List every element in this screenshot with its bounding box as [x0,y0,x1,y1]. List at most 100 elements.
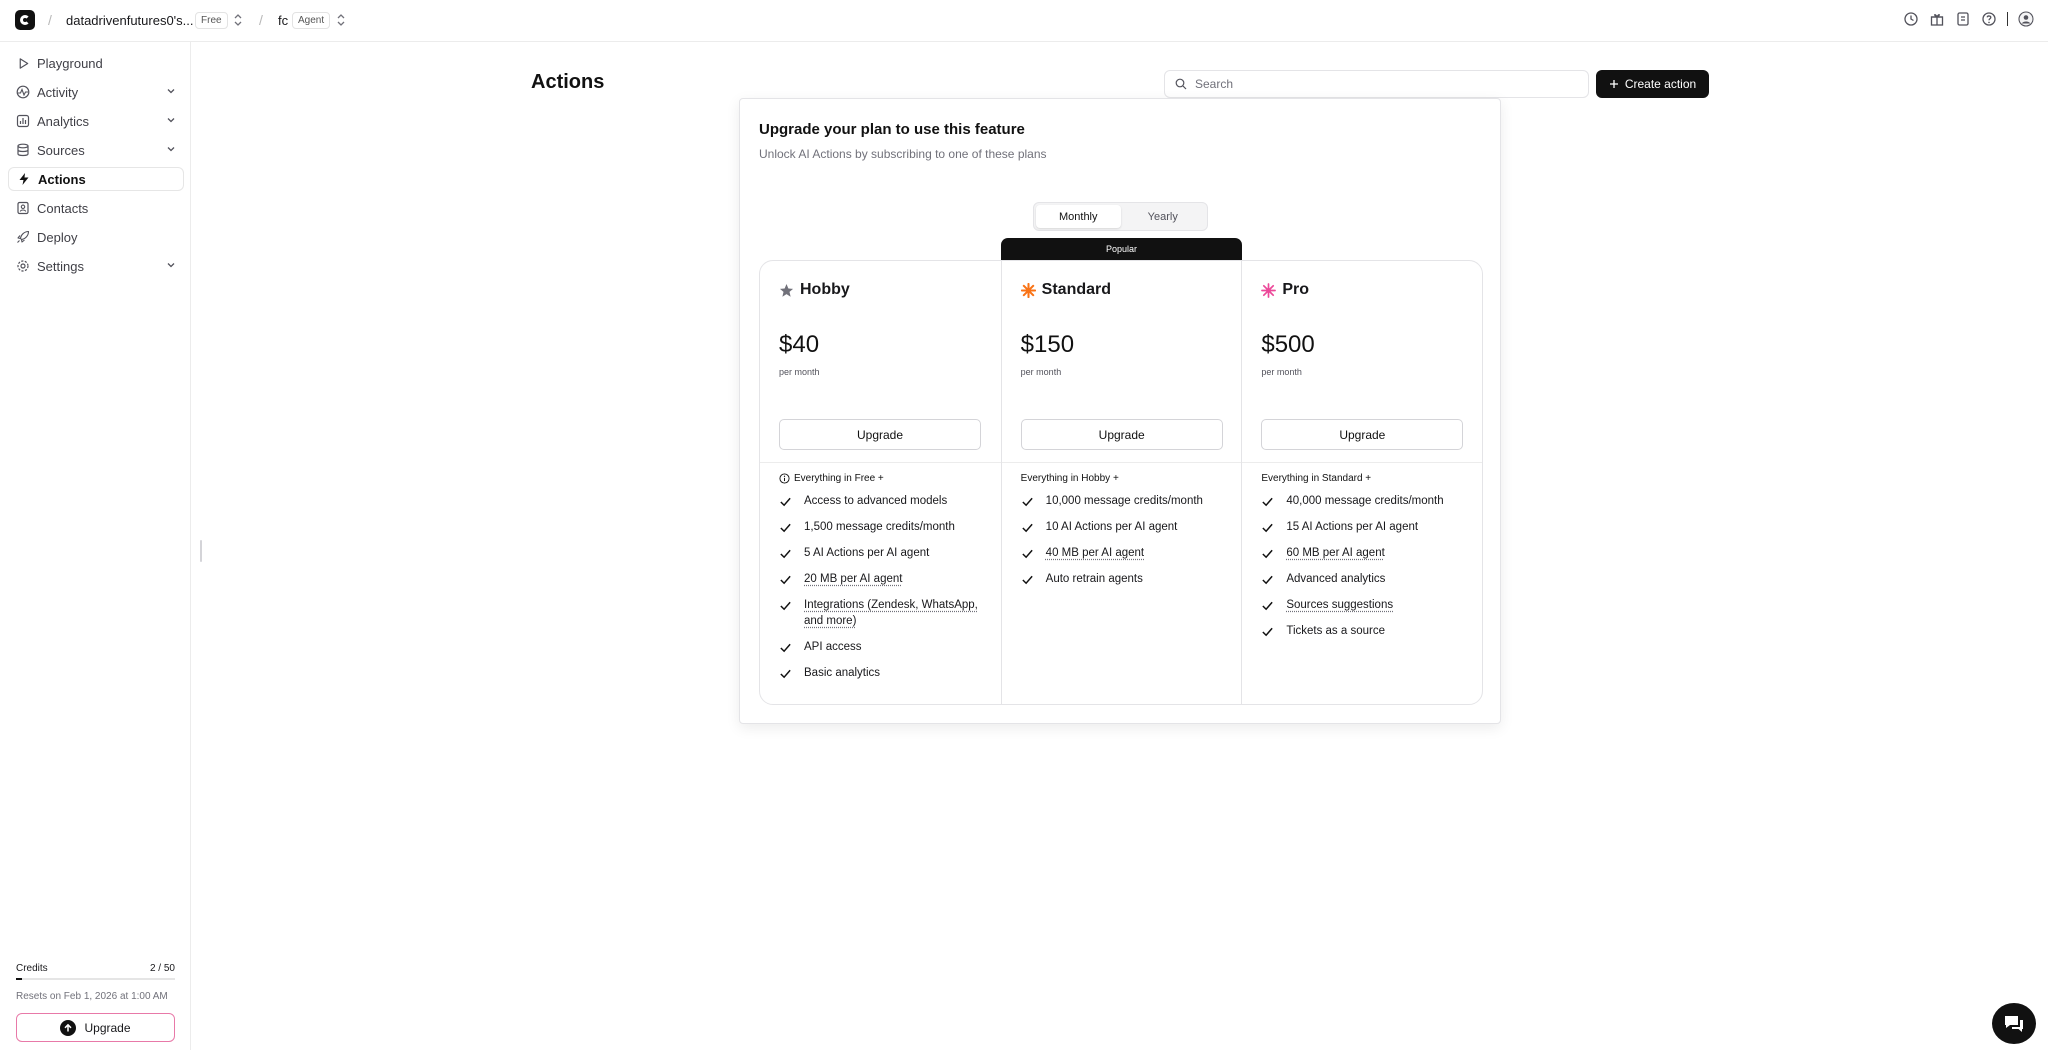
page-title: Actions [531,71,605,93]
sidebar: Playground Activity Analytics Sources Ac… [0,42,191,1050]
sidebar-item-analytics[interactable]: Analytics [8,109,184,133]
chevron-down-icon [167,147,175,152]
feature-text: 20 MB per AI agent [804,573,903,585]
rocket-icon [16,230,30,244]
search-input[interactable] [1195,77,1575,91]
workspace-plan-badge: Free [195,12,228,29]
sidebar-item-sources[interactable]: Sources [8,138,184,162]
play-icon [16,56,30,70]
plan-period: per month [1261,367,1302,377]
feature-text: 40 MB per AI agent [1045,547,1145,559]
check-icon [1261,623,1276,639]
gear-icon [16,259,30,273]
info-icon[interactable] [779,473,790,484]
sidebar-item-label: Sources [37,142,85,158]
credits-value: 2 / 50 [149,963,175,974]
workspace-switcher-icon[interactable] [233,12,243,28]
feature-text: Integrations (Zendesk, WhatsApp, and mor… [804,599,978,627]
sidebar-item-label: Playground [37,55,103,71]
agent-switcher-icon[interactable] [336,12,346,28]
upgrade-hobby-button[interactable]: Upgrade [779,419,981,450]
check-icon [1261,597,1276,613]
check-icon [779,519,794,535]
sidebar-item-contacts[interactable]: Contacts [8,196,184,220]
plan-card-standard: Standard $150 per month Upgrade Everythi… [1000,261,1242,704]
feature-item: 20 MB per AI agent [779,571,989,587]
docs-icon[interactable] [1955,11,1971,27]
feature-item: 40 MB per AI agent [1021,545,1231,561]
billing-yearly-tab[interactable]: Yearly [1121,205,1206,228]
chat-widget-button[interactable] [1992,1003,2036,1044]
feature-item: Basic analytics [779,665,989,681]
gift-icon[interactable] [1929,11,1945,27]
credits-label: Credits [16,963,48,974]
avatar[interactable] [2018,11,2034,27]
check-icon [1261,571,1276,587]
check-icon [1021,571,1036,587]
check-icon [1261,545,1276,561]
feature-text: Advanced analytics [1286,573,1386,585]
check-icon [779,597,794,613]
feature-item: 1,500 message credits/month [779,519,989,535]
feature-text: Tickets as a source [1286,625,1385,637]
sidebar-upgrade-button[interactable]: Upgrade [16,1013,175,1042]
billing-period-toggle: Monthly Yearly [1033,202,1208,231]
upgrade-standard-button[interactable]: Upgrade [1020,419,1223,450]
feature-text: 1,500 message credits/month [804,521,955,533]
feature-item: 15 AI Actions per AI agent [1261,519,1471,535]
feature-item: 10 AI Actions per AI agent [1021,519,1231,535]
sidebar-item-label: Actions [38,171,86,187]
sidebar-item-actions[interactable]: Actions [8,167,184,191]
check-icon [1261,493,1276,509]
check-icon [779,493,794,509]
check-icon [779,639,794,655]
agent-name[interactable]: fc [278,13,288,28]
feature-list: 40,000 message credits/month 15 AI Action… [1261,493,1471,649]
plan-divider [760,462,1001,463]
credits-progress-bar [16,978,175,980]
feature-item: Integrations (Zendesk, WhatsApp, and mor… [779,597,989,629]
upgrade-pro-button[interactable]: Upgrade [1261,419,1464,450]
billing-monthly-tab[interactable]: Monthly [1036,205,1121,228]
sidebar-item-label: Settings [37,258,84,274]
sidebar-item-settings[interactable]: Settings [8,254,184,278]
contact-icon [16,201,30,215]
feature-item: Sources suggestions [1261,597,1471,613]
history-icon[interactable] [1903,11,1919,27]
feature-list: Access to advanced models 1,500 message c… [779,493,989,691]
chat-icon [2005,1015,2023,1032]
search-box[interactable] [1164,70,1589,98]
feature-text: 10,000 message credits/month [1045,495,1203,507]
sidebar-item-playground[interactable]: Playground [8,51,184,75]
modal-subtitle: Unlock AI Actions by subscribing to one … [759,147,1047,161]
plan-period: per month [779,367,820,377]
sidebar-item-activity[interactable]: Activity [8,80,184,104]
feature-text: Sources suggestions [1286,599,1394,611]
feature-item: API access [779,639,989,655]
plan-price: $500 [1261,331,1315,358]
plan-includes: Everything in Free + [794,473,884,484]
create-action-button[interactable]: Create action [1596,70,1709,98]
app-logo[interactable] [15,10,35,30]
plans-grid: Hobby $40 per month Upgrade Everything i… [759,260,1483,705]
agent-badge: Agent [292,12,331,29]
feature-list: 10,000 message credits/month 10 AI Action… [1021,493,1231,597]
feature-text: 40,000 message credits/month [1286,495,1444,507]
burst-icon [1261,282,1277,298]
check-icon [1021,493,1036,509]
sidebar-collapse-handle[interactable] [200,540,202,562]
sidebar-item-deploy[interactable]: Deploy [8,225,184,249]
workspace-name[interactable]: datadrivenfutures0's... [66,13,194,28]
bolt-icon [17,172,31,186]
search-icon [1175,78,1187,90]
popular-badge: Popular [1001,238,1242,260]
credits-reset-text: Resets on Feb 1, 2026 at 1:00 AM [16,991,168,1002]
plan-card-hobby: Hobby $40 per month Upgrade Everything i… [760,261,1001,704]
upgrade-plan-modal: Upgrade your plan to use this feature Un… [739,98,1501,724]
feature-item: Auto retrain agents [1021,571,1231,587]
check-icon [1261,519,1276,535]
database-icon [16,143,30,157]
credits-progress-fill [16,978,23,980]
help-icon[interactable] [1981,11,1997,27]
feature-item: 40,000 message credits/month [1261,493,1471,509]
